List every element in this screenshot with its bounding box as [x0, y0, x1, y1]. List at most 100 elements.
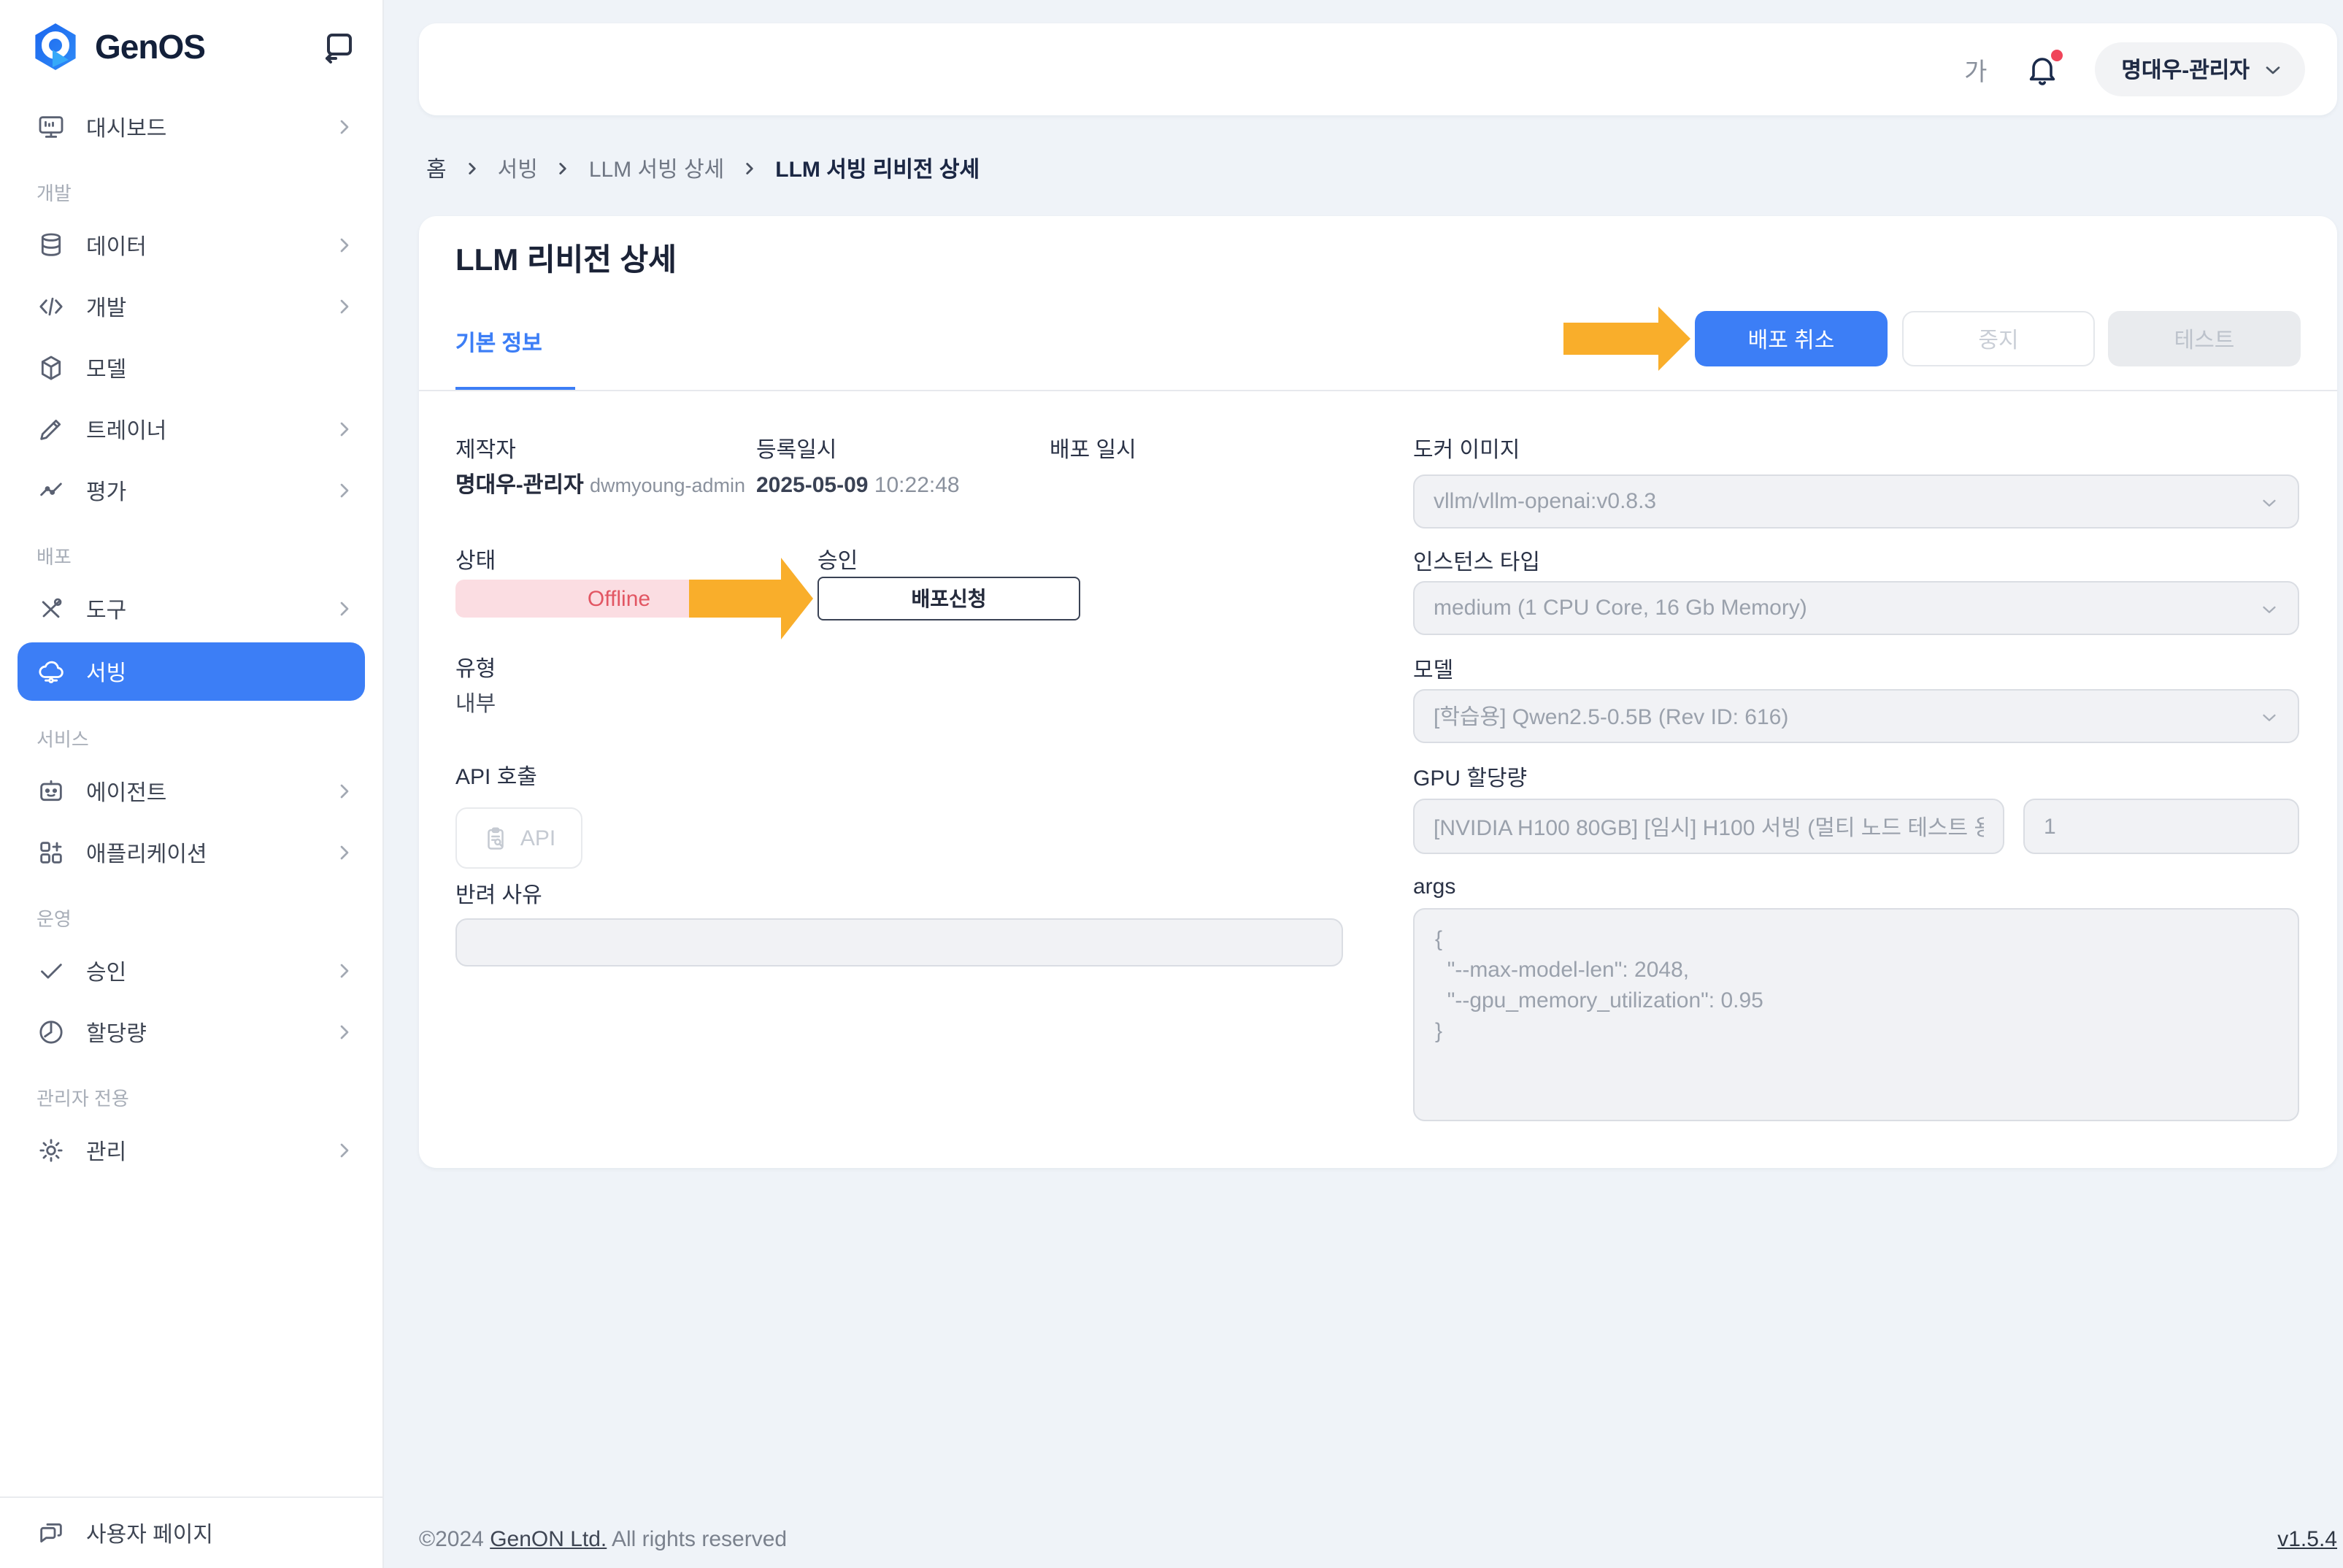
- detail-card: LLM 리비전 상세 기본 정보 배포 취소 중지 테스트 제작자 명대우-관리…: [419, 216, 2337, 1168]
- sidebar: GenOS 대시보드 개발 데이터 개발: [0, 0, 384, 1568]
- sidebar-item-tools[interactable]: 도구: [0, 578, 382, 639]
- breadcrumb-serving[interactable]: 서빙: [498, 153, 538, 183]
- sidebar-item-evaluation[interactable]: 평가: [0, 460, 382, 521]
- cloud-serving-icon: [36, 657, 66, 686]
- chevron-right-icon: [333, 959, 356, 983]
- reject-reason-input[interactable]: [455, 918, 1343, 966]
- company-link[interactable]: GenON Ltd.: [490, 1527, 607, 1552]
- sidebar-collapse-icon[interactable]: [321, 29, 356, 64]
- notification-badge: [2051, 49, 2063, 61]
- sidebar-item-quota[interactable]: 할당량: [0, 1002, 382, 1063]
- brand-name: GenOS: [95, 27, 321, 66]
- copyright-text: ©2024 GenON Ltd. All rights reserved: [419, 1527, 787, 1552]
- stop-button[interactable]: 중지: [1902, 311, 2095, 366]
- deploy-request-button[interactable]: 배포신청: [817, 577, 1080, 620]
- type-value: 내부: [455, 689, 496, 721]
- code-icon: [36, 292, 66, 321]
- deployed-at-label: 배포 일시: [1050, 437, 1136, 466]
- breadcrumb-separator-icon: [740, 158, 759, 177]
- chat-bubbles-icon: [36, 1518, 66, 1548]
- cancel-deploy-button[interactable]: 배포 취소: [1695, 311, 1888, 366]
- chevron-right-icon: [333, 597, 356, 620]
- model-value: [학습용] Qwen2.5-0.5B (Rev ID: 616): [1434, 701, 1788, 731]
- chevron-down-icon: [2258, 707, 2280, 729]
- breadcrumb-home[interactable]: 홈: [426, 153, 447, 183]
- sidebar-item-label: 모델: [86, 353, 356, 383]
- database-icon: [36, 231, 66, 260]
- sidebar-item-label: 애플리케이션: [86, 837, 333, 868]
- breadcrumb: 홈 서빙 LLM 서빙 상세 LLM 서빙 리비전 상세: [426, 146, 980, 190]
- sidebar-item-admin[interactable]: 관리: [0, 1120, 382, 1181]
- footer: ©2024 GenON Ltd. All rights reserved v1.…: [419, 1527, 2337, 1552]
- chevron-right-icon: [333, 115, 356, 139]
- sidebar-item-serving[interactable]: 서빙: [18, 642, 365, 701]
- breadcrumb-separator-icon: [463, 158, 482, 177]
- version-link[interactable]: v1.5.4: [2277, 1527, 2337, 1552]
- tab-basic-info[interactable]: 기본 정보: [455, 327, 542, 358]
- sidebar-section-admin-only: 관리자 전용: [0, 1063, 382, 1120]
- breadcrumb-current: LLM 서빙 리비전 상세: [775, 153, 980, 183]
- notification-bell-icon[interactable]: [2025, 52, 2060, 87]
- sidebar-item-label: 관리: [86, 1135, 333, 1166]
- dashboard-icon: [36, 112, 66, 142]
- sidebar-item-trainer[interactable]: 트레이너: [0, 399, 382, 460]
- instance-type-value: medium (1 CPU Core, 16 Gb Memory): [1434, 596, 1807, 620]
- chevron-down-icon: [2258, 492, 2280, 514]
- gpu-quota-input[interactable]: [1413, 799, 2004, 854]
- sidebar-item-label: 사용자 페이지: [86, 1518, 213, 1548]
- model-label: 모델: [1413, 657, 1453, 686]
- logo-row: GenOS: [0, 0, 382, 73]
- sidebar-item-dashboard[interactable]: 대시보드: [0, 96, 382, 158]
- sidebar-item-label: 도구: [86, 593, 333, 624]
- creator-account: dwmyoung-admin: [590, 474, 745, 496]
- registered-at-time: 10:22:48: [874, 473, 960, 498]
- annotation-arrow-deploy-request: [689, 558, 813, 639]
- chevron-down-icon: [2261, 58, 2285, 81]
- chevron-down-icon: [2258, 599, 2280, 620]
- sidebar-item-develop[interactable]: 개발: [0, 276, 382, 337]
- sidebar-item-approval[interactable]: 승인: [0, 940, 382, 1002]
- sidebar-item-application[interactable]: 애플리케이션: [0, 822, 382, 883]
- args-textarea[interactable]: { "--max-model-len": 2048, "--gpu_memory…: [1413, 908, 2299, 1121]
- trend-chart-icon: [36, 476, 66, 505]
- main-area: 가 명대우-관리자 홈 서빙 LLM 서빙 상세 LLM 서빙 리비전 상세 L…: [384, 0, 2343, 1568]
- api-button[interactable]: API: [455, 807, 582, 869]
- annotation-arrow-cancel-deploy: [1563, 307, 1690, 371]
- user-name: 명대우-관리자: [2121, 54, 2250, 85]
- pencil-icon: [36, 415, 66, 444]
- gpu-quota-label: GPU 할당량: [1413, 765, 1527, 794]
- api-call-label: API 호출: [455, 764, 537, 793]
- clipboard-search-icon: [482, 824, 510, 852]
- model-select[interactable]: [학습용] Qwen2.5-0.5B (Rev ID: 616): [1413, 689, 2299, 743]
- instance-type-select[interactable]: medium (1 CPU Core, 16 Gb Memory): [1413, 581, 2299, 635]
- sidebar-item-label: 데이터: [86, 230, 333, 261]
- type-label: 유형: [455, 656, 496, 685]
- sidebar-item-label: 승인: [86, 956, 333, 986]
- docker-image-label: 도커 이미지: [1413, 437, 1520, 466]
- breadcrumb-llm-serving-detail[interactable]: LLM 서빙 상세: [589, 153, 724, 183]
- top-header-bar: 가 명대우-관리자: [419, 23, 2337, 115]
- sidebar-item-label: 트레이너: [86, 414, 333, 445]
- gpu-count-input[interactable]: [2023, 799, 2299, 854]
- pie-quota-icon: [36, 1018, 66, 1047]
- tab-divider: [419, 390, 2337, 391]
- chevron-right-icon: [333, 234, 356, 257]
- chevron-right-icon: [333, 780, 356, 803]
- sidebar-item-label: 할당량: [86, 1017, 333, 1048]
- sidebar-item-data[interactable]: 데이터: [0, 215, 382, 276]
- sidebar-item-model[interactable]: 모델: [0, 337, 382, 399]
- sidebar-item-agent[interactable]: 에이전트: [0, 761, 382, 822]
- language-button[interactable]: 가: [1964, 51, 1987, 88]
- chevron-right-icon: [333, 418, 356, 441]
- sidebar-item-user-page[interactable]: 사용자 페이지: [0, 1496, 382, 1568]
- chevron-right-icon: [333, 479, 356, 502]
- sidebar-section-deploy: 배포: [0, 521, 382, 578]
- docker-image-value: vllm/vllm-openai:v0.8.3: [1434, 489, 1656, 514]
- user-menu[interactable]: 명대우-관리자: [2095, 42, 2305, 96]
- sidebar-item-label: 개발: [86, 291, 333, 322]
- sidebar-section-dev: 개발: [0, 158, 382, 215]
- sidebar-section-ops: 운영: [0, 883, 382, 940]
- docker-image-select[interactable]: vllm/vllm-openai:v0.8.3: [1413, 474, 2299, 529]
- creator-value: 명대우-관리자 dwmyoung-admin: [455, 470, 745, 502]
- test-button[interactable]: 테스트: [2108, 311, 2301, 366]
